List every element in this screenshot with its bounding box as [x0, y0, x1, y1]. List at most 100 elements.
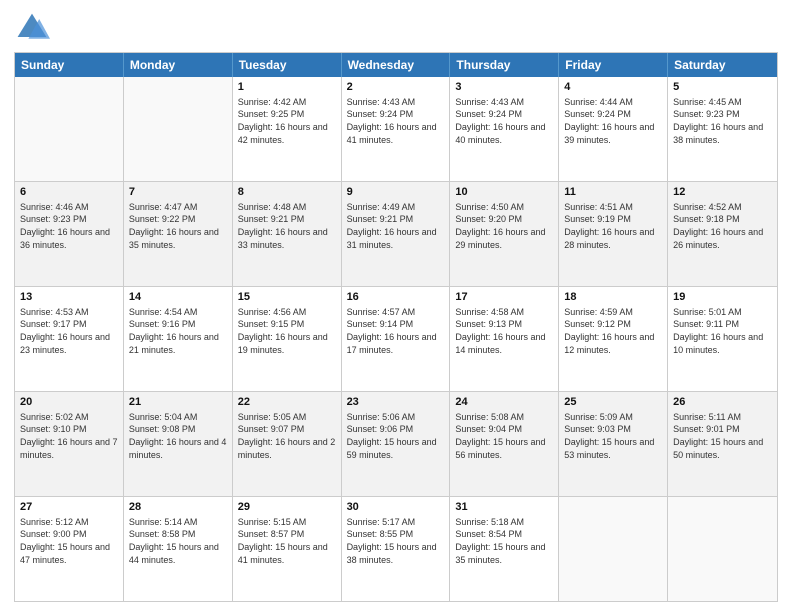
day-info: Sunrise: 4:44 AM Sunset: 9:24 PM Dayligh… — [564, 96, 662, 146]
day-info: Sunrise: 4:42 AM Sunset: 9:25 PM Dayligh… — [238, 96, 336, 146]
day-number: 12 — [673, 185, 772, 200]
day-info: Sunrise: 4:43 AM Sunset: 9:24 PM Dayligh… — [347, 96, 445, 146]
header-day-monday: Monday — [124, 53, 233, 77]
day-number: 11 — [564, 185, 662, 200]
calendar-cell: 21Sunrise: 5:04 AM Sunset: 9:08 PM Dayli… — [124, 392, 233, 496]
day-number: 28 — [129, 500, 227, 515]
day-info: Sunrise: 4:54 AM Sunset: 9:16 PM Dayligh… — [129, 306, 227, 356]
calendar-cell: 23Sunrise: 5:06 AM Sunset: 9:06 PM Dayli… — [342, 392, 451, 496]
day-info: Sunrise: 5:14 AM Sunset: 8:58 PM Dayligh… — [129, 516, 227, 566]
calendar-cell: 18Sunrise: 4:59 AM Sunset: 9:12 PM Dayli… — [559, 287, 668, 391]
calendar-cell: 5Sunrise: 4:45 AM Sunset: 9:23 PM Daylig… — [668, 77, 777, 181]
calendar-cell: 12Sunrise: 4:52 AM Sunset: 9:18 PM Dayli… — [668, 182, 777, 286]
page: SundayMondayTuesdayWednesdayThursdayFrid… — [0, 0, 792, 612]
day-number: 16 — [347, 290, 445, 305]
day-info: Sunrise: 4:56 AM Sunset: 9:15 PM Dayligh… — [238, 306, 336, 356]
header-day-tuesday: Tuesday — [233, 53, 342, 77]
calendar-row: 1Sunrise: 4:42 AM Sunset: 9:25 PM Daylig… — [15, 77, 777, 181]
calendar-cell: 31Sunrise: 5:18 AM Sunset: 8:54 PM Dayli… — [450, 497, 559, 601]
calendar-cell: 6Sunrise: 4:46 AM Sunset: 9:23 PM Daylig… — [15, 182, 124, 286]
day-info: Sunrise: 5:08 AM Sunset: 9:04 PM Dayligh… — [455, 411, 553, 461]
day-info: Sunrise: 5:04 AM Sunset: 9:08 PM Dayligh… — [129, 411, 227, 461]
calendar-row: 27Sunrise: 5:12 AM Sunset: 9:00 PM Dayli… — [15, 496, 777, 601]
day-number: 5 — [673, 80, 772, 95]
day-info: Sunrise: 4:48 AM Sunset: 9:21 PM Dayligh… — [238, 201, 336, 251]
day-info: Sunrise: 5:18 AM Sunset: 8:54 PM Dayligh… — [455, 516, 553, 566]
day-info: Sunrise: 4:43 AM Sunset: 9:24 PM Dayligh… — [455, 96, 553, 146]
day-number: 14 — [129, 290, 227, 305]
day-number: 8 — [238, 185, 336, 200]
day-number: 30 — [347, 500, 445, 515]
header — [14, 10, 778, 46]
calendar-body: 1Sunrise: 4:42 AM Sunset: 9:25 PM Daylig… — [15, 77, 777, 601]
day-number: 29 — [238, 500, 336, 515]
calendar-cell: 13Sunrise: 4:53 AM Sunset: 9:17 PM Dayli… — [15, 287, 124, 391]
calendar-cell: 25Sunrise: 5:09 AM Sunset: 9:03 PM Dayli… — [559, 392, 668, 496]
day-info: Sunrise: 4:52 AM Sunset: 9:18 PM Dayligh… — [673, 201, 772, 251]
day-info: Sunrise: 4:50 AM Sunset: 9:20 PM Dayligh… — [455, 201, 553, 251]
day-number: 24 — [455, 395, 553, 410]
calendar-cell — [559, 497, 668, 601]
calendar-cell: 1Sunrise: 4:42 AM Sunset: 9:25 PM Daylig… — [233, 77, 342, 181]
day-number: 27 — [20, 500, 118, 515]
day-number: 19 — [673, 290, 772, 305]
day-number: 2 — [347, 80, 445, 95]
day-info: Sunrise: 4:58 AM Sunset: 9:13 PM Dayligh… — [455, 306, 553, 356]
day-info: Sunrise: 4:59 AM Sunset: 9:12 PM Dayligh… — [564, 306, 662, 356]
day-info: Sunrise: 4:49 AM Sunset: 9:21 PM Dayligh… — [347, 201, 445, 251]
logo — [14, 10, 54, 46]
day-info: Sunrise: 4:57 AM Sunset: 9:14 PM Dayligh… — [347, 306, 445, 356]
header-day-thursday: Thursday — [450, 53, 559, 77]
calendar-cell: 27Sunrise: 5:12 AM Sunset: 9:00 PM Dayli… — [15, 497, 124, 601]
calendar-cell: 4Sunrise: 4:44 AM Sunset: 9:24 PM Daylig… — [559, 77, 668, 181]
calendar-cell: 29Sunrise: 5:15 AM Sunset: 8:57 PM Dayli… — [233, 497, 342, 601]
day-info: Sunrise: 5:17 AM Sunset: 8:55 PM Dayligh… — [347, 516, 445, 566]
day-info: Sunrise: 5:12 AM Sunset: 9:00 PM Dayligh… — [20, 516, 118, 566]
day-number: 26 — [673, 395, 772, 410]
calendar-cell: 28Sunrise: 5:14 AM Sunset: 8:58 PM Dayli… — [124, 497, 233, 601]
day-number: 31 — [455, 500, 553, 515]
calendar-cell: 9Sunrise: 4:49 AM Sunset: 9:21 PM Daylig… — [342, 182, 451, 286]
day-number: 1 — [238, 80, 336, 95]
day-info: Sunrise: 4:46 AM Sunset: 9:23 PM Dayligh… — [20, 201, 118, 251]
day-info: Sunrise: 4:53 AM Sunset: 9:17 PM Dayligh… — [20, 306, 118, 356]
calendar-cell: 11Sunrise: 4:51 AM Sunset: 9:19 PM Dayli… — [559, 182, 668, 286]
header-day-friday: Friday — [559, 53, 668, 77]
calendar-cell: 26Sunrise: 5:11 AM Sunset: 9:01 PM Dayli… — [668, 392, 777, 496]
day-number: 6 — [20, 185, 118, 200]
calendar-cell — [668, 497, 777, 601]
calendar-cell: 15Sunrise: 4:56 AM Sunset: 9:15 PM Dayli… — [233, 287, 342, 391]
day-number: 21 — [129, 395, 227, 410]
calendar-cell: 24Sunrise: 5:08 AM Sunset: 9:04 PM Dayli… — [450, 392, 559, 496]
day-info: Sunrise: 4:51 AM Sunset: 9:19 PM Dayligh… — [564, 201, 662, 251]
calendar-header: SundayMondayTuesdayWednesdayThursdayFrid… — [15, 53, 777, 77]
day-info: Sunrise: 5:02 AM Sunset: 9:10 PM Dayligh… — [20, 411, 118, 461]
day-info: Sunrise: 5:09 AM Sunset: 9:03 PM Dayligh… — [564, 411, 662, 461]
day-number: 17 — [455, 290, 553, 305]
calendar-cell: 17Sunrise: 4:58 AM Sunset: 9:13 PM Dayli… — [450, 287, 559, 391]
calendar-cell: 30Sunrise: 5:17 AM Sunset: 8:55 PM Dayli… — [342, 497, 451, 601]
logo-icon — [14, 10, 50, 46]
day-info: Sunrise: 5:06 AM Sunset: 9:06 PM Dayligh… — [347, 411, 445, 461]
day-number: 23 — [347, 395, 445, 410]
calendar-row: 6Sunrise: 4:46 AM Sunset: 9:23 PM Daylig… — [15, 181, 777, 286]
calendar-cell: 19Sunrise: 5:01 AM Sunset: 9:11 PM Dayli… — [668, 287, 777, 391]
day-info: Sunrise: 5:11 AM Sunset: 9:01 PM Dayligh… — [673, 411, 772, 461]
calendar-row: 13Sunrise: 4:53 AM Sunset: 9:17 PM Dayli… — [15, 286, 777, 391]
calendar-cell: 20Sunrise: 5:02 AM Sunset: 9:10 PM Dayli… — [15, 392, 124, 496]
day-number: 4 — [564, 80, 662, 95]
day-number: 10 — [455, 185, 553, 200]
day-number: 3 — [455, 80, 553, 95]
header-day-wednesday: Wednesday — [342, 53, 451, 77]
calendar-cell: 22Sunrise: 5:05 AM Sunset: 9:07 PM Dayli… — [233, 392, 342, 496]
calendar-cell — [124, 77, 233, 181]
day-number: 22 — [238, 395, 336, 410]
calendar-cell: 2Sunrise: 4:43 AM Sunset: 9:24 PM Daylig… — [342, 77, 451, 181]
day-number: 15 — [238, 290, 336, 305]
calendar-cell: 7Sunrise: 4:47 AM Sunset: 9:22 PM Daylig… — [124, 182, 233, 286]
calendar-cell — [15, 77, 124, 181]
calendar: SundayMondayTuesdayWednesdayThursdayFrid… — [14, 52, 778, 602]
day-number: 7 — [129, 185, 227, 200]
calendar-cell: 16Sunrise: 4:57 AM Sunset: 9:14 PM Dayli… — [342, 287, 451, 391]
calendar-cell: 3Sunrise: 4:43 AM Sunset: 9:24 PM Daylig… — [450, 77, 559, 181]
